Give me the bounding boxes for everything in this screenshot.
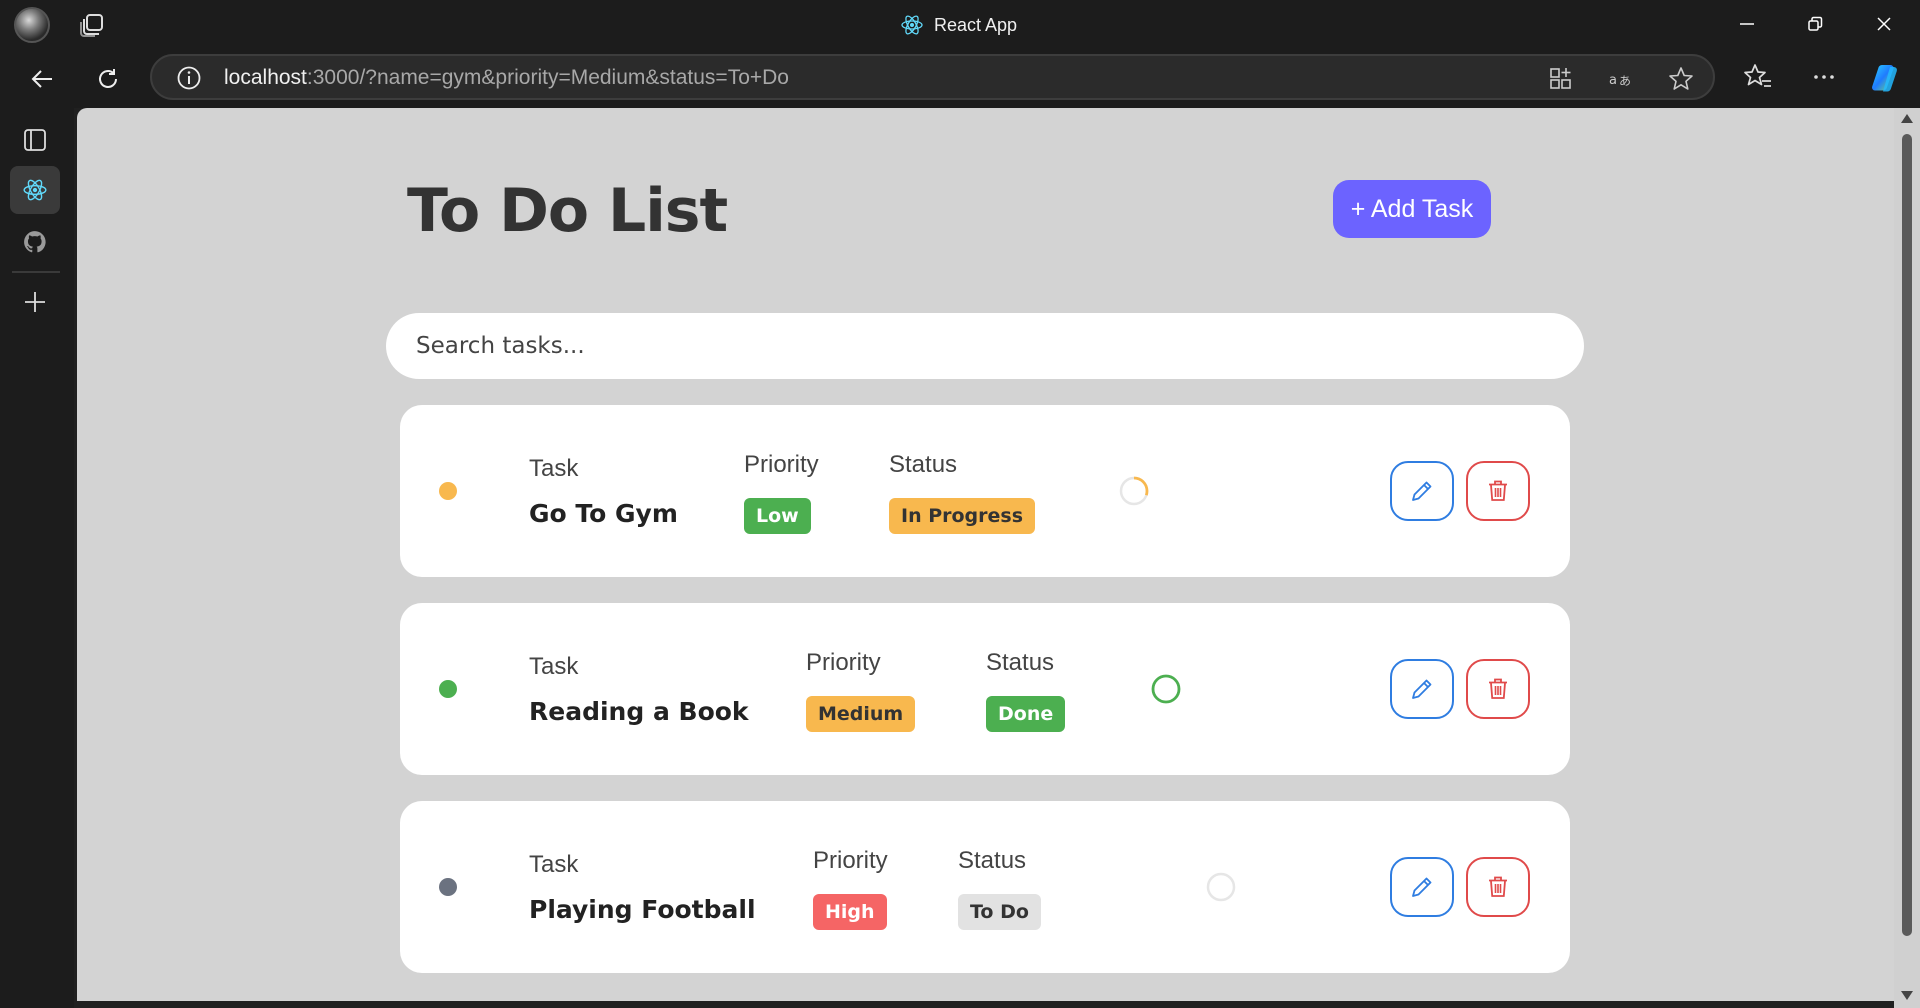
- pencil-icon: [1412, 877, 1432, 897]
- tab-actions-icon[interactable]: [78, 11, 106, 39]
- priority-badge: High: [813, 894, 887, 930]
- status-label: Status: [889, 451, 958, 478]
- trash-icon: [1489, 480, 1507, 501]
- address-bar[interactable]: localhost:3000/?name=gym&priority=Medium…: [150, 54, 1715, 100]
- github-tab-icon: [24, 231, 46, 253]
- progress-ring: [1119, 476, 1149, 506]
- delete-task-button[interactable]: [1466, 659, 1530, 719]
- task-label: Task: [529, 653, 579, 680]
- task-label: Task: [529, 851, 579, 878]
- page-scrollbar[interactable]: [1894, 108, 1920, 1008]
- status-badge: To Do: [958, 894, 1041, 930]
- task-card: Task Go To Gym Priority Low Status In Pr…: [400, 405, 1570, 577]
- task-status-dot: [439, 680, 457, 698]
- restore-icon: [1808, 16, 1823, 31]
- status-badge: In Progress: [889, 498, 1036, 534]
- vertical-tab-sidebar: [0, 108, 74, 1008]
- info-icon[interactable]: [176, 65, 202, 91]
- priority-label: Priority: [806, 649, 881, 676]
- trash-icon: [1489, 876, 1507, 897]
- scroll-up-arrow[interactable]: [1901, 114, 1913, 123]
- sidebar-divider: [12, 271, 60, 273]
- close-icon: [1877, 17, 1891, 31]
- delete-task-button[interactable]: [1466, 461, 1530, 521]
- window-title: React App: [900, 13, 1017, 37]
- pencil-icon: [1412, 481, 1432, 501]
- refresh-icon: [99, 69, 117, 88]
- task-status-dot: [439, 482, 457, 500]
- task-card: Task Reading a Book Priority Medium Stat…: [400, 603, 1570, 775]
- tab-github[interactable]: [10, 218, 60, 266]
- svg-text:あ: あ: [1619, 74, 1631, 88]
- task-card: Task Playing Football Priority High Stat…: [400, 801, 1570, 973]
- window-title-text: React App: [934, 14, 1018, 35]
- copilot-icon[interactable]: [1868, 59, 1904, 95]
- add-task-button[interactable]: + Add Task: [1333, 180, 1491, 238]
- priority-badge: Medium: [806, 696, 916, 732]
- scroll-down-arrow[interactable]: [1901, 991, 1913, 1000]
- minimize-icon: [1740, 23, 1754, 25]
- vertical-tabs-button[interactable]: [10, 116, 60, 164]
- status-label: Status: [986, 649, 1055, 676]
- edit-task-button[interactable]: [1390, 461, 1454, 521]
- task-name: Playing Football: [529, 895, 756, 924]
- search-box: [386, 313, 1584, 379]
- vertical-tabs-icon: [24, 129, 46, 151]
- minimize-button[interactable]: [1718, 0, 1776, 48]
- status-label: Status: [958, 847, 1027, 874]
- edit-task-button[interactable]: [1390, 857, 1454, 917]
- more-icon[interactable]: [1808, 61, 1840, 93]
- browser-toolbar: localhost:3000/?name=gym&priority=Medium…: [0, 48, 1920, 108]
- tab-react-app[interactable]: [10, 166, 60, 214]
- task-name: Go To Gym: [529, 499, 678, 528]
- favorite-star-icon[interactable]: [1667, 65, 1695, 93]
- svg-text:a: a: [1609, 73, 1617, 88]
- search-input[interactable]: [386, 313, 1584, 379]
- new-tab-button[interactable]: [10, 278, 60, 326]
- favorites-icon[interactable]: [1742, 61, 1774, 93]
- page-title: To Do List: [407, 176, 728, 246]
- url-host: localhost: [224, 66, 307, 89]
- status-badge: Done: [986, 696, 1066, 732]
- restore-button[interactable]: [1786, 0, 1844, 48]
- scroll-thumb[interactable]: [1902, 134, 1912, 936]
- progress-track: [1206, 872, 1236, 902]
- react-tab-icon: [23, 179, 47, 201]
- url-text[interactable]: localhost:3000/?name=gym&priority=Medium…: [224, 66, 789, 90]
- new-tab-icon: [25, 292, 45, 312]
- progress-ring: [1151, 674, 1181, 704]
- back-icon: [31, 70, 52, 88]
- back-button[interactable]: [22, 59, 62, 99]
- app-available-icon[interactable]: [1547, 65, 1575, 93]
- pencil-icon: [1412, 679, 1432, 699]
- url-path: :3000/?name=gym&priority=Medium&status=T…: [306, 66, 789, 89]
- trash-icon: [1489, 678, 1507, 699]
- refresh-button[interactable]: [88, 59, 128, 99]
- task-label: Task: [529, 455, 579, 482]
- task-status-dot: [439, 878, 457, 896]
- close-window-button[interactable]: [1855, 0, 1913, 48]
- edit-task-button[interactable]: [1390, 659, 1454, 719]
- page-viewport: To Do List + Add Task Task Go To Gym Pri…: [77, 108, 1894, 1001]
- profile-avatar[interactable]: [14, 7, 50, 43]
- title-bar: React App: [0, 0, 1920, 48]
- priority-label: Priority: [744, 451, 819, 478]
- progress-arc: [1151, 674, 1181, 704]
- priority-label: Priority: [813, 847, 888, 874]
- react-icon: [901, 15, 923, 35]
- delete-task-button[interactable]: [1466, 857, 1530, 917]
- task-name: Reading a Book: [529, 697, 749, 726]
- read-aloud-icon[interactable]: aあ: [1607, 65, 1635, 93]
- priority-badge: Low: [744, 498, 811, 534]
- progress-ring: [1206, 872, 1236, 902]
